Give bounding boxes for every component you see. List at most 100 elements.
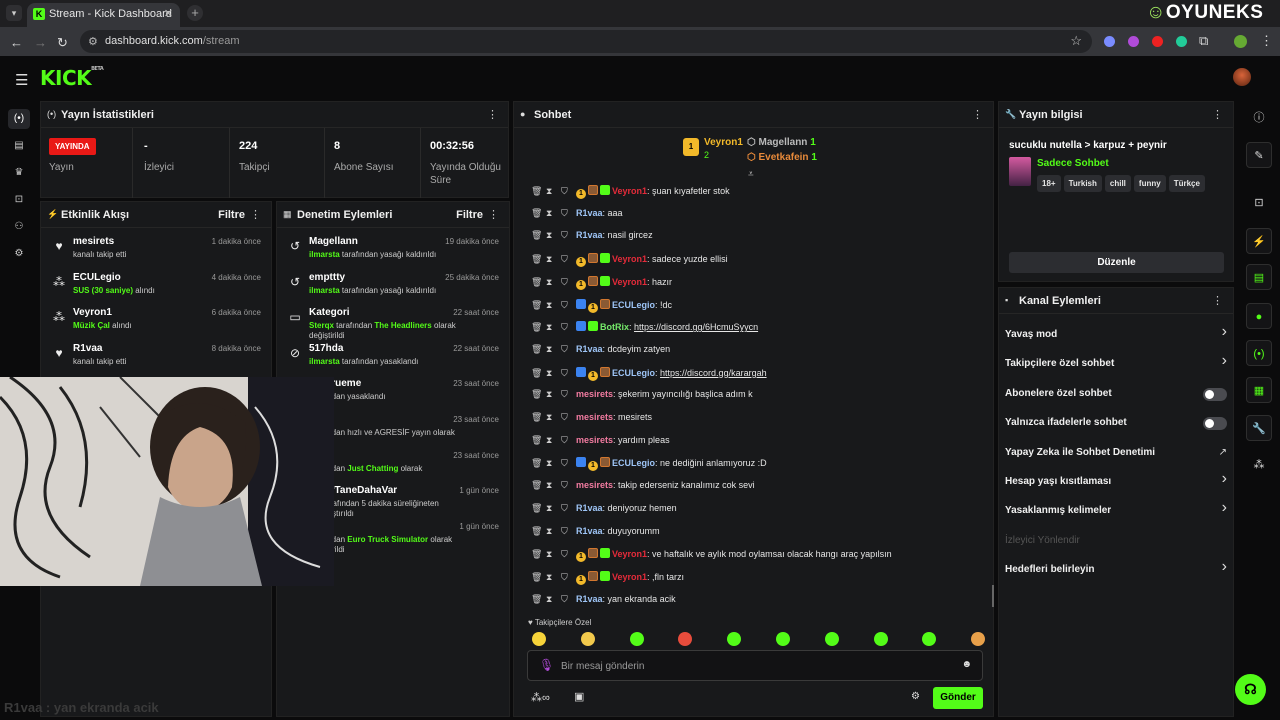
chat-message[interactable]: 🗑 ⧗ ⛉ R1vaa: dcdeyim zatyen	[531, 344, 670, 364]
moderation-item[interactable]: ↺ Magellann ilmarsta tarafından yasağı kal…	[277, 234, 509, 270]
delete-icon[interactable]: 🗑	[531, 277, 542, 288]
moderator-name[interactable]: ilmarsta	[309, 357, 340, 366]
user-avatar[interactable]	[1233, 68, 1251, 86]
delete-icon[interactable]: 🗑	[531, 526, 542, 537]
kick-points-icon[interactable]: ⁂∞	[531, 691, 550, 704]
settings-gear-icon[interactable]: ⚙	[8, 244, 30, 264]
moderation-target[interactable]: 517hda	[309, 343, 343, 354]
extension-icon[interactable]	[1128, 36, 1139, 47]
chat-message[interactable]: 🗑 ⧗ ⛉ R1vaa: nasil gircez	[531, 230, 653, 250]
back-icon[interactable]: ←	[10, 35, 23, 50]
chat-message[interactable]: 🗑 ⧗ ⛉ 1 Veyron1: şuan kıyafetler stok	[531, 185, 730, 205]
extensions-puzzle-icon[interactable]: ⧉	[1199, 33, 1208, 49]
moderation-item[interactable]: ↺ empttty ilmarsta tarafından yasağı kaldı…	[277, 270, 509, 306]
timeout-icon[interactable]: ⧗	[546, 208, 557, 219]
channel-action-item[interactable]: Yasaklanmış kelimeler ›	[1005, 497, 1227, 525]
stream-tag[interactable]: chill	[1104, 175, 1131, 192]
chat-username[interactable]: R1vaa	[576, 594, 603, 604]
ban-shield-icon[interactable]: ⛉	[561, 458, 572, 469]
activity-user[interactable]: mesirets	[73, 236, 114, 247]
chat-username[interactable]: ECULegio	[612, 458, 655, 468]
chat-message[interactable]: 🗑 ⧗ ⛉ 1 ECULegio: !dc	[531, 298, 672, 319]
chat-username[interactable]: mesirets	[576, 412, 613, 422]
timeout-icon[interactable]: ⧗	[546, 389, 557, 400]
delete-icon[interactable]: 🗑	[531, 300, 542, 311]
edit-button[interactable]: Düzenle	[1009, 252, 1224, 273]
chat-username[interactable]: R1vaa	[576, 230, 603, 240]
emote-icon[interactable]	[824, 632, 839, 646]
edit-pencil-icon[interactable]: ✎	[1246, 142, 1272, 168]
chat-link[interactable]: https://discord.gg/6HcmuSyycn	[634, 322, 758, 332]
chat-message[interactable]: 🗑 ⧗ ⛉ 1 Veyron1: hazır	[531, 275, 672, 296]
chat-message[interactable]: 🗑 ⧗ ⛉ BotRix: https://discord.gg/6HcmuSyycn	[531, 321, 758, 341]
ban-shield-icon[interactable]: ⛉	[561, 186, 572, 197]
chat-username[interactable]: Veyron1	[612, 572, 647, 582]
tab-list-button[interactable]: ▾	[6, 5, 22, 21]
timeout-icon[interactable]: ⧗	[546, 186, 557, 197]
profile-avatar-icon[interactable]	[1234, 35, 1247, 48]
moderation-target[interactable]: empttty	[309, 272, 345, 283]
channel-action-item[interactable]: Abonelere özel sohbet	[1005, 380, 1227, 408]
chevron-right-icon[interactable]: ›	[1222, 499, 1227, 517]
chat-message[interactable]: 🗑 ⧗ ⛉ mesirets: takip ederseniz kanalımız c…	[531, 480, 755, 500]
microphone-icon[interactable]: 🎙	[539, 658, 554, 672]
timeout-icon[interactable]: ⧗	[546, 368, 557, 379]
toggle-switch[interactable]	[1203, 387, 1227, 401]
timeout-icon[interactable]: ⧗	[546, 458, 557, 469]
timeout-icon[interactable]: ⧗	[546, 594, 557, 605]
chevron-right-icon[interactable]: ›	[1222, 352, 1227, 370]
more-options-icon[interactable]: ⋮	[1212, 108, 1223, 121]
close-tab-icon[interactable]: ✕	[164, 7, 173, 20]
stream-tag[interactable]: Türkçe	[1168, 175, 1205, 192]
ban-shield-icon[interactable]: ⛉	[561, 208, 572, 219]
extension-icon[interactable]	[1104, 36, 1115, 47]
ban-shield-icon[interactable]: ⛉	[561, 435, 572, 446]
moderator-name[interactable]: ilmarsta	[309, 286, 340, 295]
chat-settings-gear-icon[interactable]: ⚙	[911, 691, 920, 702]
emote-icon[interactable]	[922, 632, 937, 646]
delete-icon[interactable]: 🗑	[531, 435, 542, 446]
extension-icon[interactable]	[1152, 36, 1163, 47]
forward-icon[interactable]: →	[34, 35, 47, 50]
ban-shield-icon[interactable]: ⛉	[561, 526, 572, 537]
gifter-3[interactable]: ⬡ Evetkafein 1	[747, 152, 817, 163]
stream-tag[interactable]: 18+	[1037, 175, 1061, 192]
users-icon[interactable]: ⚇	[8, 217, 30, 237]
moderator-name[interactable]: ilmarsta	[309, 250, 340, 259]
channel-action-item[interactable]: Yavaş mod ›	[1005, 321, 1227, 349]
chevron-right-icon[interactable]: ›	[1222, 558, 1227, 576]
moderation-icon[interactable]: ▦	[1246, 377, 1272, 403]
delete-icon[interactable]: 🗑	[531, 368, 542, 379]
delete-icon[interactable]: 🗑	[531, 208, 542, 219]
chat-username[interactable]: Veyron1	[612, 549, 647, 559]
activity-user[interactable]: R1vaa	[73, 343, 102, 354]
chat-username[interactable]: Veyron1	[612, 254, 647, 264]
emote-icon[interactable]	[971, 632, 986, 646]
focus-mode-icon[interactable]: ⊡	[1246, 190, 1272, 216]
timeout-icon[interactable]: ⧗	[546, 254, 557, 265]
delete-icon[interactable]: 🗑	[531, 186, 542, 197]
activity-user[interactable]: Veyron1	[73, 307, 112, 318]
delete-icon[interactable]: 🗑	[531, 389, 542, 400]
channel-action-item[interactable]: Takipçilere özel sohbet ›	[1005, 350, 1227, 378]
chat-username[interactable]: BotRix	[600, 322, 629, 332]
chat-username[interactable]: ECULegio	[612, 368, 655, 378]
more-options-icon[interactable]: ⋮	[250, 208, 261, 221]
timeout-icon[interactable]: ⧗	[546, 322, 557, 333]
chat-username[interactable]: R1vaa	[576, 344, 603, 354]
chat-username[interactable]: R1vaa	[576, 526, 603, 536]
emote-icon[interactable]	[678, 632, 693, 646]
ban-shield-icon[interactable]: ⛉	[561, 480, 572, 491]
delete-icon[interactable]: 🗑	[531, 230, 542, 241]
support-headset-icon[interactable]: ☊	[1235, 674, 1266, 705]
chat-message[interactable]: 🗑 ⧗ ⛉ mesirets: şekerim yayıncılığı başlica…	[531, 389, 753, 409]
more-options-icon[interactable]: ⋮	[488, 208, 499, 221]
activity-item[interactable]: ⁂ Veyron1 Müzik Çal alındı 6 dakika önce	[41, 305, 271, 341]
broadcast-icon[interactable]: (•)	[1246, 340, 1272, 366]
reload-icon[interactable]: ↻	[57, 35, 68, 51]
chat-message[interactable]: 🗑 ⧗ ⛉ mesirets: yardım pleas	[531, 435, 670, 455]
delete-icon[interactable]: 🗑	[531, 458, 542, 469]
chat-message[interactable]: 🗑 ⧗ ⛉ R1vaa: yan ekranda acik	[531, 594, 676, 614]
wrench-icon[interactable]: 🔧	[1246, 415, 1272, 441]
timeout-icon[interactable]: ⧗	[546, 230, 557, 241]
